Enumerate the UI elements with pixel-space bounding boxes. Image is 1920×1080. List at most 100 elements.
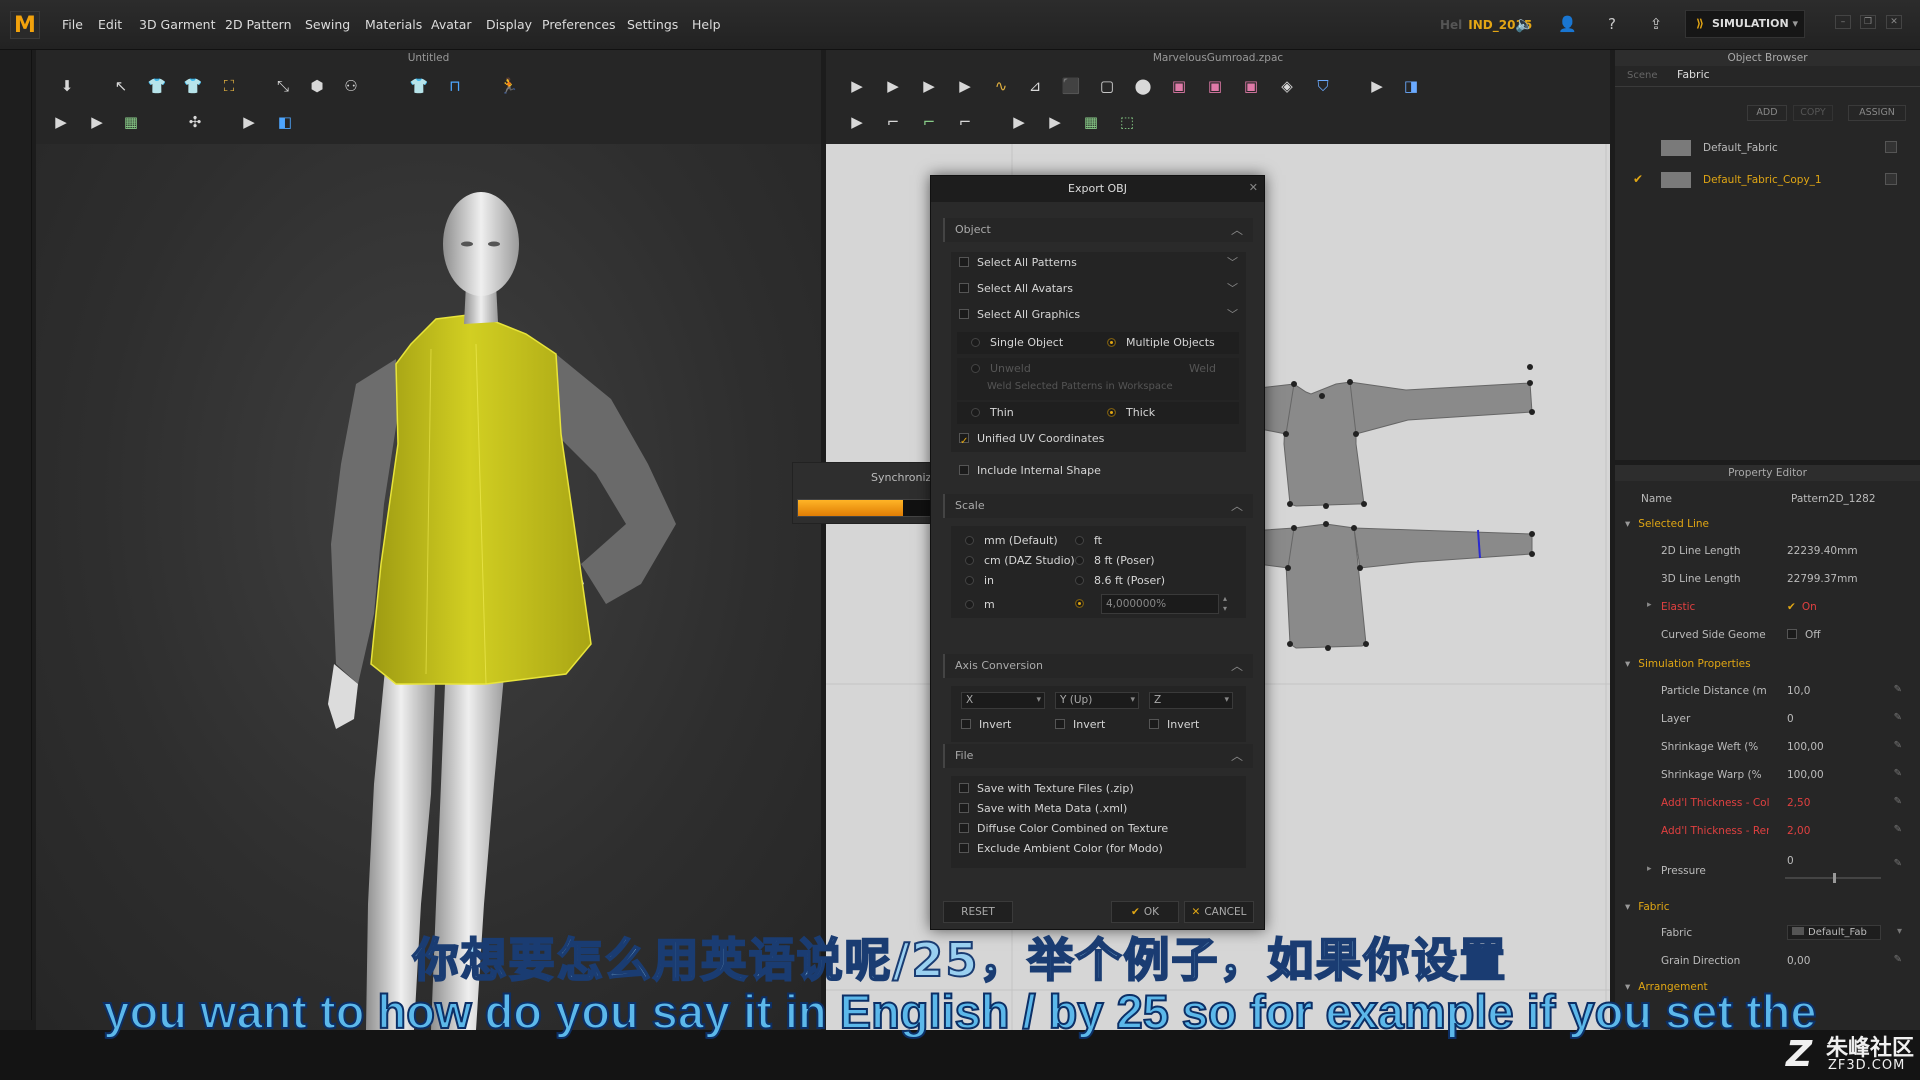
prop-value[interactable]: Pattern2D_1282: [1791, 493, 1876, 505]
garment-pin-icon[interactable]: 👕: [180, 74, 206, 98]
edit-point-icon[interactable]: ▶: [880, 74, 906, 98]
assign-button[interactable]: ASSIGN: [1848, 105, 1906, 121]
exclude-ambient-checkbox[interactable]: Exclude Ambient Color (for Modo): [959, 838, 1163, 860]
menu-sewing[interactable]: Sewing: [305, 17, 350, 32]
menu-help[interactable]: Help: [692, 17, 721, 32]
graphic-icon[interactable]: ⬚: [1114, 110, 1140, 134]
prop-thickness-collision[interactable]: Add'l Thickness - Collisio2,50✎: [1615, 793, 1920, 813]
edit-mesh-icon[interactable]: ▶: [84, 110, 110, 134]
user-icon[interactable]: 👤: [1558, 15, 1577, 33]
run-pose-icon[interactable]: 🏃: [496, 74, 522, 98]
chevron-down-icon[interactable]: ﹀: [1227, 254, 1238, 270]
simulation-mode-button[interactable]: ⟫ SIMULATION ▾: [1685, 10, 1805, 38]
restore-icon[interactable]: ❐: [1860, 15, 1876, 29]
section-axis-header[interactable]: Axis Conversion ︿: [943, 654, 1253, 678]
weld-selected-option[interactable]: Weld Selected Patterns in Workspace: [987, 376, 1173, 398]
menu-settings[interactable]: Settings: [627, 17, 678, 32]
trace-icon[interactable]: ⛉: [1310, 74, 1336, 98]
transform-pattern-icon[interactable]: ▶: [844, 74, 870, 98]
weld-radio[interactable]: Weld: [1189, 358, 1216, 380]
invert-z-checkbox[interactable]: Invert: [1149, 714, 1199, 736]
internal-circle-icon[interactable]: ▣: [1238, 74, 1264, 98]
segment-sewing-icon[interactable]: ▶: [844, 110, 870, 134]
internal-rect-icon[interactable]: ▣: [1202, 74, 1228, 98]
grid-icon[interactable]: ▦: [118, 110, 144, 134]
invert-x-checkbox[interactable]: Invert: [961, 714, 1011, 736]
share-icon[interactable]: ⇪: [1647, 15, 1665, 33]
fabric-settings-icon[interactable]: [1885, 173, 1897, 185]
axis-y-select[interactable]: Y (Up) ▾: [1055, 692, 1139, 709]
menu-materials[interactable]: Materials: [365, 17, 422, 32]
speaker-icon[interactable]: 🔈: [1515, 15, 1534, 33]
reset-button[interactable]: RESET: [943, 901, 1013, 923]
lengthen-icon[interactable]: ⊿: [1022, 74, 1048, 98]
add-button[interactable]: ADD: [1747, 105, 1787, 121]
menu-edit[interactable]: Edit: [98, 17, 122, 32]
save-texture-checkbox[interactable]: Save with Texture Files (.zip): [959, 778, 1134, 800]
scale-percent-input[interactable]: 4,000000%: [1101, 594, 1219, 614]
invert-y-checkbox[interactable]: Invert: [1055, 714, 1105, 736]
polygon-icon[interactable]: ⬛: [1058, 74, 1084, 98]
pin-tool-icon[interactable]: ⤡: [270, 74, 296, 98]
library-gutter[interactable]: [0, 50, 32, 1020]
minimize-icon[interactable]: –: [1835, 15, 1851, 29]
select-all-avatars-checkbox[interactable]: Select All Avatars: [959, 278, 1239, 300]
scale-ft-radio[interactable]: ft: [1075, 530, 1102, 552]
select-mesh-icon[interactable]: ▶: [48, 110, 74, 134]
3d-garment-icon[interactable]: 👕: [406, 74, 432, 98]
scale-8ft-radio[interactable]: 8 ft (Poser): [1075, 550, 1155, 572]
menu-2d-pattern[interactable]: 2D Pattern: [225, 17, 292, 32]
close-icon[interactable]: ✕: [1886, 15, 1902, 29]
seam-allowance-icon[interactable]: ▶: [1364, 74, 1390, 98]
circle-icon[interactable]: ⬤: [1130, 74, 1156, 98]
tape-icon[interactable]: ⬢: [304, 74, 330, 98]
arrow-down-icon[interactable]: ⬇: [54, 74, 80, 98]
menu-display[interactable]: Display: [486, 17, 532, 32]
free-sewing-icon[interactable]: ⌐: [880, 110, 906, 134]
fold-icon[interactable]: ⛶: [216, 74, 242, 98]
garment-select-icon[interactable]: 👕: [144, 74, 170, 98]
dart-icon[interactable]: ◈: [1274, 74, 1300, 98]
section-selected-line[interactable]: ▾ Selected Line: [1625, 518, 1709, 530]
rectangle-icon[interactable]: ▢: [1094, 74, 1120, 98]
scale-custom-radio[interactable]: [1075, 599, 1084, 608]
prop-thickness-render[interactable]: Add'l Thickness - Renderi2,00✎: [1615, 821, 1920, 841]
multiple-objects-radio[interactable]: Multiple Objects: [1107, 332, 1215, 354]
chevron-down-icon[interactable]: ﹀: [1227, 306, 1238, 322]
section-object-header[interactable]: Object ︿: [943, 218, 1253, 242]
texture-grid-icon[interactable]: ▦: [1078, 110, 1104, 134]
add-point-icon[interactable]: ▶: [952, 74, 978, 98]
save-meta-checkbox[interactable]: Save with Meta Data (.xml): [959, 798, 1127, 820]
prop-curved-side[interactable]: Curved Side Geome Off: [1615, 625, 1920, 645]
curvature-icon[interactable]: ∿: [988, 74, 1014, 98]
edit-curve-icon[interactable]: ▶: [916, 74, 942, 98]
menu-3d-garment[interactable]: 3D Garment: [139, 17, 216, 32]
section-file-header[interactable]: File ︿: [943, 744, 1253, 768]
diffuse-combined-checkbox[interactable]: Diffuse Color Combined on Texture: [959, 818, 1168, 840]
edit-texture-icon[interactable]: ▶: [1042, 110, 1068, 134]
stepper-icon[interactable]: ▴ ▾: [1219, 594, 1231, 614]
fabric-item-copy[interactable]: ✔ Default_Fabric_Copy_1: [1615, 168, 1920, 192]
prop-pressure[interactable]: ▸ Pressure 0 ✎: [1615, 855, 1920, 885]
scale-m-radio[interactable]: m: [965, 594, 995, 616]
select-all-patterns-checkbox[interactable]: Select All Patterns: [959, 252, 1239, 274]
tab-fabric[interactable]: Fabric: [1677, 68, 1710, 81]
chevron-down-icon[interactable]: ﹀: [1227, 280, 1238, 296]
help-icon[interactable]: ?: [1603, 15, 1621, 33]
thick-radio[interactable]: Thick: [1107, 402, 1155, 424]
prop-shrinkage-weft[interactable]: Shrinkage Weft (% 100,00 ✎: [1615, 737, 1920, 757]
single-object-radio[interactable]: Single Object: [971, 332, 1063, 354]
tab-scene[interactable]: Scene: [1627, 70, 1658, 81]
3d-pants-icon[interactable]: ⊓: [442, 74, 468, 98]
menu-file[interactable]: File: [62, 17, 83, 32]
include-internal-shape-checkbox[interactable]: Include Internal Shape: [959, 460, 1101, 482]
section-fabric[interactable]: ▾ Fabric: [1625, 901, 1669, 913]
prop-shrinkage-warp[interactable]: Shrinkage Warp (% 100,00 ✎: [1615, 765, 1920, 785]
select-texture-icon[interactable]: ▶: [1006, 110, 1032, 134]
menu-avatar[interactable]: Avatar: [431, 17, 472, 32]
avatar-icon[interactable]: ⚇: [338, 74, 364, 98]
section-simulation-properties[interactable]: ▾ Simulation Properties: [1625, 658, 1751, 670]
chevron-down-icon[interactable]: ▾: [1792, 11, 1798, 37]
menu-preferences[interactable]: Preferences: [542, 17, 616, 32]
scale-in-radio[interactable]: in: [965, 570, 994, 592]
